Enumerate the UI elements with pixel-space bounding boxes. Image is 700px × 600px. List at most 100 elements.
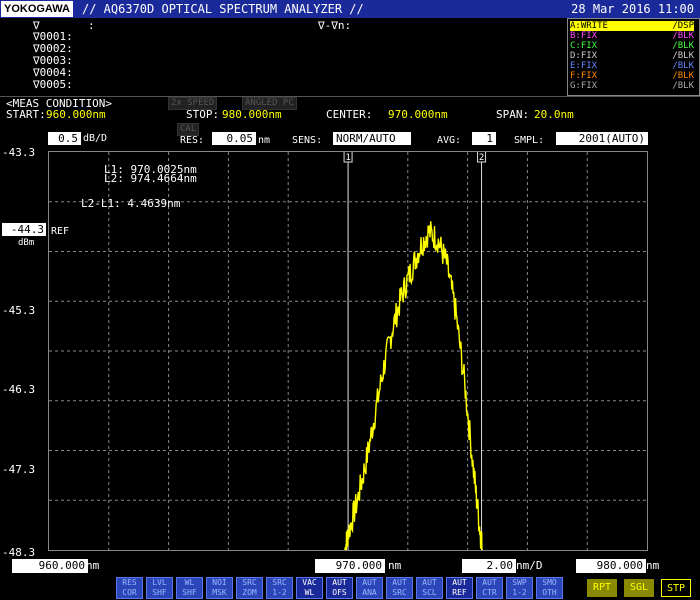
trace-status-row[interactable]: B:FIX/BLK [570, 31, 694, 41]
footer-perdiv-value[interactable]: 2.00 [462, 559, 516, 573]
marker-delta-readout: L2-L1: 4.4639nm [81, 197, 181, 210]
trace-status-row[interactable]: G:FIX/BLK [570, 81, 694, 91]
softkey-bottom-label: SHF [182, 588, 197, 597]
footer-stop-value[interactable]: 980.000 [576, 559, 646, 573]
footer-center-value[interactable]: 970.000 [315, 559, 385, 573]
trace-mode: B:FIX [570, 31, 598, 41]
softkey-button[interactable]: NOI MSK [206, 577, 233, 599]
softkey-bottom-label: MSK [212, 588, 227, 597]
ref-label: REF [51, 226, 70, 237]
line-marker-tag: 1 [345, 153, 350, 163]
start-value[interactable]: 960.000nm [46, 109, 106, 121]
softkey-bottom-label: 1-2 [272, 588, 287, 597]
trace-status-row[interactable]: A:WRITE/DSP [570, 21, 694, 31]
trace-mode: F:FIX [570, 71, 598, 81]
y-tick-label: -48.3 [2, 546, 36, 559]
trace-display: /BLK [672, 71, 694, 81]
softkey-bottom-label: SCL [422, 588, 437, 597]
softkey-top-label: LVL [152, 578, 167, 587]
trace-status-row[interactable]: D:FIX/BLK [570, 51, 694, 61]
softkey-top-label: NOI [212, 578, 227, 587]
avg-value[interactable]: 1 [472, 132, 496, 145]
avg-label: AVG: [437, 135, 462, 146]
softkey-button[interactable]: SWP 1-2 [506, 577, 533, 599]
softkey-button[interactable]: SMO OTH [536, 577, 563, 599]
ref-level-unit: dBm [18, 238, 35, 248]
trace-display: /DSP [672, 21, 694, 31]
footer-perdiv-unit: nm/D [516, 559, 543, 572]
repeat-button[interactable]: RPT [587, 579, 617, 597]
softkey-top-label: AUT [452, 578, 467, 587]
softkey-button[interactable]: VAC WL [296, 577, 323, 599]
marker-main-colon: : [88, 19, 95, 32]
meas-condition-bar: <MEAS CONDITION> 2x SPEED ANGLED PC STAR… [0, 96, 700, 121]
marker-list: ∇ : ∇-∇n: ∇0001: ∇0002: ∇0003: ∇0004: ∇0005: [0, 18, 565, 94]
sens-label: SENS: [292, 135, 323, 146]
footer-center-unit: nm [388, 559, 402, 572]
trace-status-row[interactable]: F:FIX/BLK [570, 71, 694, 81]
trace-display: /BLK [672, 81, 694, 91]
ref-level-value[interactable]: -44.3 [2, 223, 46, 236]
trace-status-panel[interactable]: A:WRITE/DSP B:FIX/BLK C:FIX/BLK D:FIX/BLK E:… [567, 18, 700, 96]
softkey-bottom-label: SRC [392, 588, 407, 597]
softkey-bottom-label: COR [122, 588, 137, 597]
softkey-button[interactable]: AUT SCL [416, 577, 443, 599]
delta-marker-header: ∇-∇n: [318, 19, 352, 32]
softkey-bottom-label: ZOM [242, 588, 257, 597]
smpl-label: SMPL: [514, 135, 545, 146]
y-axis: -43.3 -45.3 -46.3 -47.3 -48.3 [0, 0, 48, 560]
softkey-button[interactable]: LVL SHF [146, 577, 173, 599]
trace-display: /BLK [672, 31, 694, 41]
single-button[interactable]: SGL [624, 579, 654, 597]
softkey-button[interactable]: AUT OFS [326, 577, 353, 599]
center-value[interactable]: 970.000nm [388, 109, 448, 121]
softkey-bottom-label: CTR [482, 588, 497, 597]
res-label: RES: [180, 135, 205, 146]
scale-unit: dB/D [83, 133, 108, 144]
stop-button[interactable]: STP [661, 579, 691, 597]
softkey-top-label: AUT [392, 578, 407, 587]
settings-row: 0.5 dB/D CAL RES: 0.05 nm SENS: NORM/AUT… [0, 121, 700, 151]
softkey-button[interactable]: AUT SRC [386, 577, 413, 599]
spectrum-plot[interactable]: 12 L1: 970.0025nm L2: 974.4664nm L2-L1: … [48, 151, 648, 551]
softkey-top-label: AUT [362, 578, 377, 587]
softkey-button[interactable]: AUT REF [446, 577, 473, 599]
marker-l2-readout: L2: 974.4664nm [104, 172, 197, 185]
trace-status-row[interactable]: C:FIX/BLK [570, 41, 694, 51]
softkey-button[interactable]: SRC ZOM [236, 577, 263, 599]
y-tick-label: -46.3 [2, 383, 36, 396]
res-unit: nm [258, 135, 271, 146]
softkey-bottom-label: 1-2 [512, 588, 527, 597]
trace-display: /BLK [672, 61, 694, 71]
softkey-button[interactable]: RES COR [116, 577, 143, 599]
span-value[interactable]: 20.0nm [534, 109, 574, 121]
res-value[interactable]: 0.05 [212, 132, 256, 145]
softkey-button[interactable]: AUT CTR [476, 577, 503, 599]
trace-mode: D:FIX [570, 51, 598, 61]
stop-value[interactable]: 980.000nm [222, 109, 282, 121]
spectrum-svg: 12 [49, 152, 647, 550]
y-tick-label: -43.3 [2, 146, 36, 159]
instrument-title: // AQ6370D OPTICAL SPECTRUM ANALYZER // [82, 2, 364, 16]
softkey-bottom-label: WL [304, 588, 315, 597]
trace-status-row[interactable]: E:FIX/BLK [570, 61, 694, 71]
softkey-button[interactable]: AUT ANA [356, 577, 383, 599]
softkey-button[interactable]: SRC 1-2 [266, 577, 293, 599]
line-marker-tag: 2 [479, 153, 484, 163]
footer-start-value[interactable]: 960.000 [12, 559, 88, 573]
softkey-bottom-label: ANA [362, 588, 377, 597]
stop-label: STOP: [186, 108, 220, 121]
trace-display: /BLK [672, 41, 694, 51]
trace-mode: C:FIX [570, 41, 598, 51]
trace-mode: G:FIX [570, 81, 598, 91]
softkey-top-label: SRC [272, 578, 287, 587]
footer-start-unit: nm [86, 559, 100, 572]
softkey-bottom-label: OFS [332, 588, 347, 597]
scale-value[interactable]: 0.5 [48, 132, 81, 145]
trace-mode: A:WRITE [570, 21, 608, 31]
softkey-button[interactable]: WL SHF [176, 577, 203, 599]
smpl-value[interactable]: 2001(AUTO) [556, 132, 648, 145]
sens-value[interactable]: NORM/AUTO [333, 132, 411, 145]
softkey-bottom-label: REF [452, 588, 467, 597]
softkey-top-label: SMO [542, 578, 557, 587]
